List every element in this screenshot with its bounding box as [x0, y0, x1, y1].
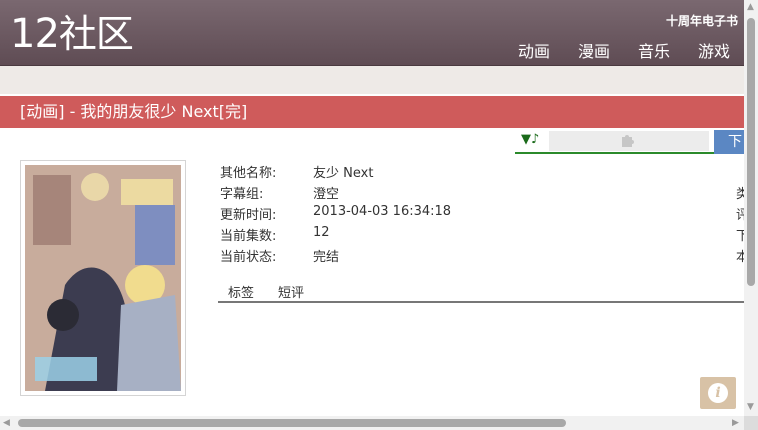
scrollbar-corner	[744, 416, 758, 430]
horizontal-scrollbar[interactable]: ◀ ▶	[0, 416, 744, 430]
cover-frame	[20, 160, 186, 396]
tab-bar: 标签 短评	[218, 282, 744, 303]
vertical-scrollbar[interactable]: ▲ ▼	[744, 0, 758, 416]
tab-tags[interactable]: 标签	[228, 282, 254, 301]
anniversary-ebook-link[interactable]: 十周年电子书	[666, 12, 738, 29]
scroll-up-icon[interactable]: ▲	[747, 2, 754, 12]
horizontal-scroll-thumb[interactable]	[18, 419, 566, 427]
music-icon[interactable]: ▼♪	[521, 132, 539, 147]
detail-value: 友少 Next	[313, 166, 374, 181]
tab-short-reviews[interactable]: 短评	[278, 282, 304, 301]
scroll-left-icon[interactable]: ◀	[3, 418, 10, 428]
scroll-right-icon[interactable]: ▶	[732, 418, 739, 428]
info-button[interactable]: i	[700, 377, 736, 409]
detail-value[interactable]: 澄空	[313, 183, 339, 202]
page-title: [动画] - 我的朋友很少 Next[完]	[20, 102, 248, 121]
puzzle-icon	[619, 131, 637, 153]
cover-image[interactable]	[25, 165, 181, 391]
scroll-down-icon[interactable]: ▼	[747, 402, 754, 412]
nav-anime[interactable]: 动画	[518, 38, 550, 62]
site-logo[interactable]: 12社区	[10, 11, 134, 57]
detail-label: 更新时间:	[220, 208, 277, 223]
detail-label: 当前状态:	[220, 250, 277, 265]
plugin-placeholder[interactable]	[549, 131, 709, 151]
detail-label: 字幕组:	[220, 187, 264, 202]
detail-value: 12	[313, 225, 330, 240]
vertical-scroll-thumb[interactable]	[747, 18, 755, 286]
nav-manga[interactable]: 漫画	[578, 38, 610, 62]
site-header: 12社区 十周年电子书 动画 漫画 音乐 游戏	[0, 0, 744, 66]
player-bar: ▼♪	[515, 130, 715, 154]
sub-header-strip	[0, 66, 744, 94]
download-button[interactable]: 下	[714, 130, 744, 154]
logo-text: 社区	[58, 12, 134, 56]
main-nav: 动画 漫画 音乐 游戏	[518, 38, 730, 62]
info-icon: i	[708, 383, 728, 403]
page-title-bar: [动画] - 我的朋友很少 Next[完]	[0, 96, 744, 128]
detail-label: 其他名称:	[220, 166, 277, 181]
nav-games[interactable]: 游戏	[698, 38, 730, 62]
logo-number: 12	[10, 11, 60, 57]
nav-music[interactable]: 音乐	[638, 38, 670, 62]
detail-value: 2013-04-03 16:34:18	[313, 204, 452, 219]
detail-value: 完结	[313, 250, 340, 265]
detail-label: 当前集数:	[220, 229, 277, 244]
